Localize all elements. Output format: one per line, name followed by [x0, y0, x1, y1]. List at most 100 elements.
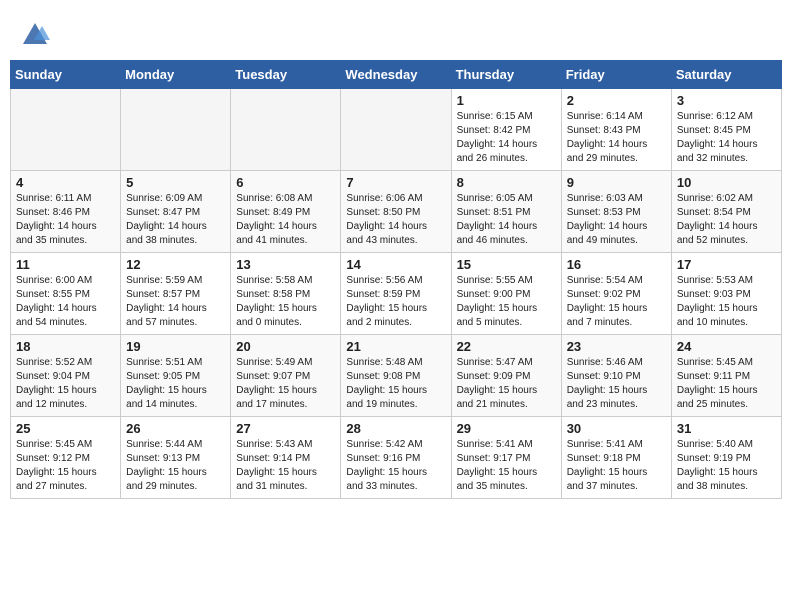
calendar-day: 16 Sunrise: 5:54 AMSunset: 9:02 PMDayligh… [561, 253, 671, 335]
day-info: Sunrise: 6:00 AMSunset: 8:55 PMDaylight:… [16, 274, 115, 330]
calendar-day: 10Sunrise: 6:02 AMSunset: 8:54 PMDayligh… [671, 171, 781, 253]
calendar-day: 20 Sunrise: 5:49 AMSunset: 9:07 PMDayligh… [231, 335, 341, 417]
day-number: 24 [677, 339, 776, 354]
calendar-day: 18 Sunrise: 5:52 AMSunset: 9:04 PMDayligh… [11, 335, 121, 417]
calendar-day: 15 Sunrise: 5:55 AMSunset: 9:00 PMDayligh… [451, 253, 561, 335]
day-number: 5 [126, 175, 225, 190]
day-info: Sunrise: 6:12 AMSunset: 8:45 PMDaylight:… [677, 110, 776, 166]
calendar-week-5: 25 Sunrise: 5:45 AMSunset: 9:12 PMDayligh… [11, 417, 782, 499]
calendar-day: 29Sunrise: 5:41 AMSunset: 9:17 PMDayligh… [451, 417, 561, 499]
day-info: Sunrise: 5:59 AMSunset: 8:57 PMDaylight:… [126, 274, 225, 330]
calendar-day: 11Sunrise: 6:00 AMSunset: 8:55 PMDayligh… [11, 253, 121, 335]
calendar-day: 31Sunrise: 5:40 AMSunset: 9:19 PMDayligh… [671, 417, 781, 499]
day-number: 2 [567, 93, 666, 108]
calendar-header-row: SundayMondayTuesdayWednesdayThursdayFrid… [11, 61, 782, 89]
day-number: 8 [457, 175, 556, 190]
calendar-day: 24 Sunrise: 5:45 AMSunset: 9:11 PMDayligh… [671, 335, 781, 417]
weekday-header-sunday: Sunday [11, 61, 121, 89]
logo [20, 20, 54, 50]
calendar-week-4: 18 Sunrise: 5:52 AMSunset: 9:04 PMDayligh… [11, 335, 782, 417]
day-number: 17 [677, 257, 776, 272]
day-number: 25 [16, 421, 115, 436]
day-info: Sunrise: 5:44 AMSunset: 9:13 PMDaylight:… [126, 438, 225, 494]
day-number: 27 [236, 421, 335, 436]
calendar-day: 13 Sunrise: 5:58 AMSunset: 8:58 PMDayligh… [231, 253, 341, 335]
day-number: 21 [346, 339, 445, 354]
weekday-header-saturday: Saturday [671, 61, 781, 89]
day-number: 20 [236, 339, 335, 354]
day-info: Sunrise: 5:51 AMSunset: 9:05 PMDaylight:… [126, 356, 225, 412]
day-number: 29 [457, 421, 556, 436]
calendar-day: 26Sunrise: 5:44 AMSunset: 9:13 PMDayligh… [121, 417, 231, 499]
calendar-day: 1 Sunrise: 6:15 AMSunset: 8:42 PMDaylight… [451, 89, 561, 171]
calendar-day: 17 Sunrise: 5:53 AMSunset: 9:03 PMDayligh… [671, 253, 781, 335]
calendar-day: 9 Sunrise: 6:03 AMSunset: 8:53 PMDaylight… [561, 171, 671, 253]
day-info: Sunrise: 6:02 AMSunset: 8:54 PMDaylight:… [677, 192, 776, 248]
day-number: 14 [346, 257, 445, 272]
day-info: Sunrise: 5:56 AMSunset: 8:59 PMDaylight:… [346, 274, 445, 330]
day-number: 19 [126, 339, 225, 354]
day-number: 3 [677, 93, 776, 108]
calendar-day: 3 Sunrise: 6:12 AMSunset: 8:45 PMDaylight… [671, 89, 781, 171]
day-info: Sunrise: 6:14 AMSunset: 8:43 PMDaylight:… [567, 110, 666, 166]
day-info: Sunrise: 6:03 AMSunset: 8:53 PMDaylight:… [567, 192, 666, 248]
day-info: Sunrise: 6:05 AMSunset: 8:51 PMDaylight:… [457, 192, 556, 248]
calendar: SundayMondayTuesdayWednesdayThursdayFrid… [10, 60, 782, 499]
day-number: 15 [457, 257, 556, 272]
day-number: 23 [567, 339, 666, 354]
day-number: 4 [16, 175, 115, 190]
calendar-day: 8 Sunrise: 6:05 AMSunset: 8:51 PMDaylight… [451, 171, 561, 253]
day-info: Sunrise: 5:40 AMSunset: 9:19 PMDaylight:… [677, 438, 776, 494]
calendar-week-1: 1 Sunrise: 6:15 AMSunset: 8:42 PMDaylight… [11, 89, 782, 171]
calendar-day: 14 Sunrise: 5:56 AMSunset: 8:59 PMDayligh… [341, 253, 451, 335]
day-info: Sunrise: 6:08 AMSunset: 8:49 PMDaylight:… [236, 192, 335, 248]
day-info: Sunrise: 5:47 AMSunset: 9:09 PMDaylight:… [457, 356, 556, 412]
day-number: 30 [567, 421, 666, 436]
day-number: 1 [457, 93, 556, 108]
day-info: Sunrise: 5:45 AMSunset: 9:12 PMDaylight:… [16, 438, 115, 494]
day-info: Sunrise: 5:41 AMSunset: 9:18 PMDaylight:… [567, 438, 666, 494]
day-info: Sunrise: 5:58 AMSunset: 8:58 PMDaylight:… [236, 274, 335, 330]
calendar-day [11, 89, 121, 171]
weekday-header-monday: Monday [121, 61, 231, 89]
day-info: Sunrise: 6:06 AMSunset: 8:50 PMDaylight:… [346, 192, 445, 248]
calendar-day: 19 Sunrise: 5:51 AMSunset: 9:05 PMDayligh… [121, 335, 231, 417]
calendar-day: 30 Sunrise: 5:41 AMSunset: 9:18 PMDayligh… [561, 417, 671, 499]
calendar-day: 25 Sunrise: 5:45 AMSunset: 9:12 PMDayligh… [11, 417, 121, 499]
weekday-header-friday: Friday [561, 61, 671, 89]
calendar-week-3: 11Sunrise: 6:00 AMSunset: 8:55 PMDayligh… [11, 253, 782, 335]
calendar-day: 27 Sunrise: 5:43 AMSunset: 9:14 PMDayligh… [231, 417, 341, 499]
day-number: 18 [16, 339, 115, 354]
weekday-header-tuesday: Tuesday [231, 61, 341, 89]
weekday-header-thursday: Thursday [451, 61, 561, 89]
header [10, 10, 782, 55]
day-info: Sunrise: 5:45 AMSunset: 9:11 PMDaylight:… [677, 356, 776, 412]
calendar-day: 4 Sunrise: 6:11 AMSunset: 8:46 PMDaylight… [11, 171, 121, 253]
day-info: Sunrise: 5:53 AMSunset: 9:03 PMDaylight:… [677, 274, 776, 330]
day-info: Sunrise: 5:55 AMSunset: 9:00 PMDaylight:… [457, 274, 556, 330]
day-number: 9 [567, 175, 666, 190]
day-info: Sunrise: 5:42 AMSunset: 9:16 PMDaylight:… [346, 438, 445, 494]
day-info: Sunrise: 5:49 AMSunset: 9:07 PMDaylight:… [236, 356, 335, 412]
weekday-header-wednesday: Wednesday [341, 61, 451, 89]
day-info: Sunrise: 5:43 AMSunset: 9:14 PMDaylight:… [236, 438, 335, 494]
day-number: 13 [236, 257, 335, 272]
calendar-day: 22 Sunrise: 5:47 AMSunset: 9:09 PMDayligh… [451, 335, 561, 417]
calendar-day: 7 Sunrise: 6:06 AMSunset: 8:50 PMDaylight… [341, 171, 451, 253]
day-number: 28 [346, 421, 445, 436]
day-info: Sunrise: 5:54 AMSunset: 9:02 PMDaylight:… [567, 274, 666, 330]
day-info: Sunrise: 5:52 AMSunset: 9:04 PMDaylight:… [16, 356, 115, 412]
day-info: Sunrise: 6:09 AMSunset: 8:47 PMDaylight:… [126, 192, 225, 248]
day-info: Sunrise: 6:15 AMSunset: 8:42 PMDaylight:… [457, 110, 556, 166]
calendar-day [341, 89, 451, 171]
calendar-day: 6 Sunrise: 6:08 AMSunset: 8:49 PMDaylight… [231, 171, 341, 253]
calendar-day: 2 Sunrise: 6:14 AMSunset: 8:43 PMDaylight… [561, 89, 671, 171]
day-info: Sunrise: 6:11 AMSunset: 8:46 PMDaylight:… [16, 192, 115, 248]
day-number: 7 [346, 175, 445, 190]
calendar-day: 23Sunrise: 5:46 AMSunset: 9:10 PMDayligh… [561, 335, 671, 417]
day-number: 6 [236, 175, 335, 190]
day-number: 16 [567, 257, 666, 272]
logo-icon [20, 20, 50, 50]
day-number: 22 [457, 339, 556, 354]
calendar-week-2: 4 Sunrise: 6:11 AMSunset: 8:46 PMDaylight… [11, 171, 782, 253]
